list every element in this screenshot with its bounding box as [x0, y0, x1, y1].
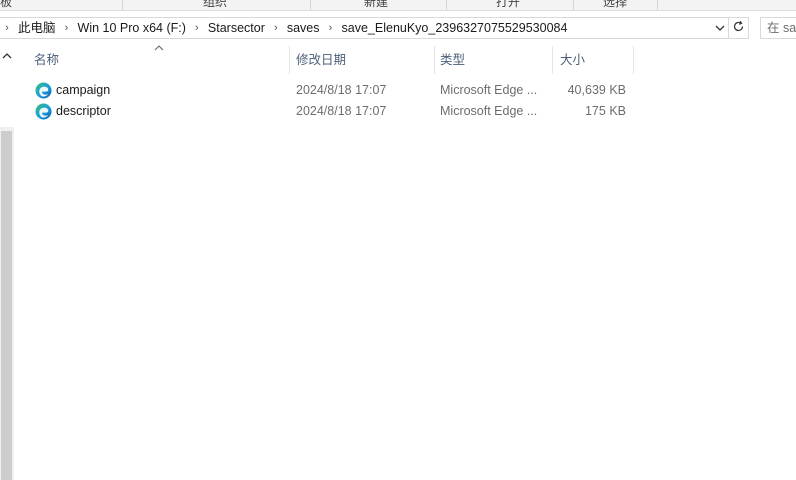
ribbon-divider	[657, 0, 658, 10]
chevron-right-icon[interactable]: ›	[190, 22, 204, 34]
refresh-button[interactable]	[729, 17, 749, 39]
file-name: campaign	[56, 83, 111, 97]
column-header-type[interactable]: 类型	[434, 46, 552, 74]
breadcrumb-this-pc[interactable]: 此电脑	[14, 18, 60, 38]
file-type: Microsoft Edge ...	[440, 104, 538, 118]
refresh-icon	[732, 20, 745, 36]
chevron-right-icon[interactable]: ›	[269, 22, 283, 34]
ribbon-divider	[573, 0, 574, 10]
file-size: 175 KB	[584, 104, 626, 118]
address-bar[interactable]: › 此电脑 › Win 10 Pro x64 (F:) › Starsector…	[0, 17, 729, 39]
ribbon-divider	[122, 0, 123, 10]
ribbon-group-new[interactable]: 新建	[364, 0, 388, 9]
ribbon-divider	[446, 0, 447, 10]
chevron-up-icon[interactable]	[0, 49, 14, 63]
edge-icon	[35, 82, 52, 99]
breadcrumb-drive[interactable]: Win 10 Pro x64 (F:)	[74, 18, 190, 38]
ribbon-group-open[interactable]: 打开	[496, 0, 520, 9]
file-explorer-window: 板 组织 新建 打开 选择 › 此电脑 › Win 10 Pro x64 (F:…	[0, 0, 796, 480]
ribbon-group-organize[interactable]: 组织	[203, 0, 227, 9]
breadcrumb: › 此电脑 › Win 10 Pro x64 (F:) › Starsector…	[0, 18, 571, 38]
navigation-scrollbar-thumb[interactable]	[1, 131, 12, 480]
file-row[interactable]: campaign 2024/8/18 17:07 Microsoft Edge …	[30, 80, 634, 101]
file-name: descriptor	[56, 104, 111, 118]
file-date-modified: 2024/8/18 17:07	[296, 83, 387, 97]
file-size: 40,639 KB	[567, 83, 626, 97]
ribbon-group-clipboard[interactable]: 板	[0, 0, 12, 9]
column-divider[interactable]	[552, 46, 553, 74]
address-row: › 此电脑 › Win 10 Pro x64 (F:) › Starsector…	[0, 11, 796, 45]
column-header-size[interactable]: 大小	[554, 46, 634, 74]
file-row[interactable]: descriptor 2024/8/18 17:07 Microsoft Edg…	[30, 101, 634, 122]
file-date-modified: 2024/8/18 17:07	[296, 104, 387, 118]
ribbon-group-select[interactable]: 选择	[603, 0, 627, 9]
chevron-right-icon[interactable]: ›	[0, 22, 14, 34]
edge-icon	[35, 103, 52, 120]
column-header-name[interactable]: 名称	[28, 46, 290, 74]
chevron-right-icon[interactable]: ›	[324, 22, 338, 34]
ribbon: 板 组织 新建 打开 选择	[0, 0, 796, 11]
search-input[interactable]: 在 sa	[760, 17, 796, 39]
breadcrumb-starsector[interactable]: Starsector	[204, 18, 269, 38]
chevron-down-icon[interactable]	[713, 21, 727, 35]
ribbon-divider	[310, 0, 311, 10]
chevron-right-icon[interactable]: ›	[60, 22, 74, 34]
breadcrumb-save-folder[interactable]: save_ElenuKyo_2396327075529530084	[338, 18, 572, 38]
column-divider[interactable]	[633, 46, 634, 74]
file-type: Microsoft Edge ...	[440, 83, 538, 97]
column-header-date-modified[interactable]: 修改日期	[290, 46, 434, 74]
breadcrumb-saves[interactable]: saves	[283, 18, 324, 38]
